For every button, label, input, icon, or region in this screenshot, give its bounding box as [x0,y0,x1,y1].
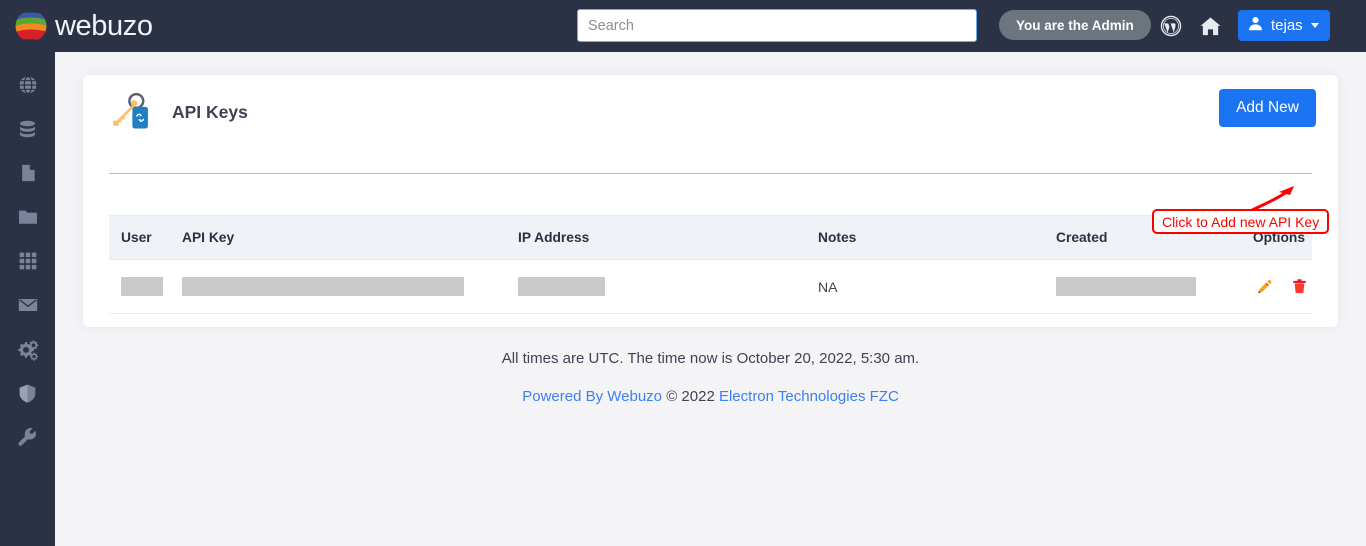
cell-options [1234,259,1312,314]
footer: All times are UTC. The time now is Octob… [55,350,1366,405]
sidebar [0,52,55,546]
webuzo-sphere-logo-icon [14,9,48,43]
sidebar-item-settings[interactable] [0,327,55,371]
redacted-value-user [121,277,163,296]
top-header: webuzo You are the Admin tejas [0,0,1366,52]
sidebar-item-databases[interactable] [0,107,55,151]
footer-time-notice: All times are UTC. The time now is Octob… [501,350,920,367]
company-link[interactable]: Electron Technologies FZC [719,388,899,405]
api-keys-card: API Keys Add New User API Key IP Address… [83,75,1338,327]
brand-name: webuzo [55,9,153,42]
user-name: tejas [1271,17,1303,34]
search-box[interactable] [577,9,977,42]
cell-user [109,259,182,314]
database-icon [17,119,38,140]
api-key-icon [109,89,155,135]
card-divider [109,173,1312,174]
cell-ip-address [518,259,818,314]
page-title: API Keys [172,101,248,122]
chevron-down-icon [1310,23,1319,28]
sidebar-item-email[interactable] [0,283,55,327]
delete-icon[interactable] [1291,278,1308,295]
column-header-api-key: API Key [182,215,518,260]
table-header-row: User API Key IP Address Notes Created Op… [109,215,1312,260]
sidebar-item-tools[interactable] [0,415,55,459]
footer-copyright: © 2022 [662,388,719,405]
main-content: API Keys Add New User API Key IP Address… [55,52,1366,546]
column-header-user: User [109,215,182,260]
home-icon[interactable] [1196,12,1224,40]
table-row: NA [109,259,1312,314]
redacted-value-ip [518,277,605,296]
sidebar-item-files[interactable] [0,151,55,195]
cell-created [1056,259,1234,314]
add-new-button[interactable]: Add New [1219,89,1316,127]
redacted-value-created [1056,277,1196,296]
envelope-icon [17,294,39,316]
grid-icon [18,251,38,271]
cell-api-key [182,259,518,314]
user-menu-button[interactable]: tejas [1238,10,1330,41]
edit-icon[interactable] [1256,278,1273,295]
sidebar-item-folders[interactable] [0,195,55,239]
brand[interactable]: webuzo [0,9,190,43]
user-avatar-icon [1247,15,1264,36]
card-header: API Keys Add New [83,75,1338,149]
gears-icon [16,338,39,361]
redacted-value-api-key [182,277,464,296]
cell-notes: NA [818,259,1056,314]
admin-status-badge: You are the Admin [999,10,1151,40]
sidebar-item-apps[interactable] [0,239,55,283]
globe-icon [17,74,39,96]
shield-icon [17,383,38,404]
wordpress-icon[interactable] [1157,12,1185,40]
footer-credits: Powered By Webuzo © 2022 Electron Techno… [55,388,1366,405]
file-icon [18,163,38,183]
column-header-ip: IP Address [518,215,818,260]
powered-by-link[interactable]: Powered By Webuzo [522,388,662,405]
column-header-notes: Notes [818,215,1056,260]
wrench-icon [17,427,38,448]
api-keys-table: User API Key IP Address Notes Created Op… [109,215,1312,314]
sidebar-item-domains[interactable] [0,63,55,107]
folder-icon [17,206,39,228]
search-input[interactable] [577,9,977,42]
callout-tooltip: Click to Add new API Key [1152,209,1330,234]
sidebar-item-security[interactable] [0,371,55,415]
